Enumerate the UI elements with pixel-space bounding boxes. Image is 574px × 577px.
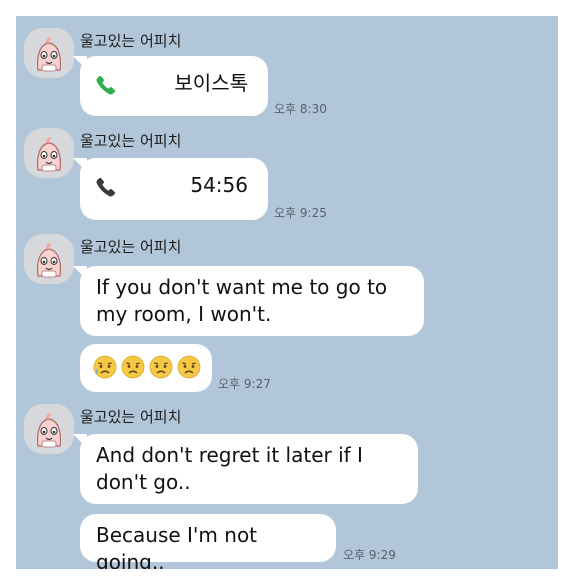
- worried-face-icon: [149, 355, 173, 379]
- profile-avatar[interactable]: [24, 404, 74, 454]
- profile-avatar[interactable]: [24, 128, 74, 178]
- chat-area: 울고있는 어피치 보이스톡 오후 8:30 울고있는 어피치 54:56 오후 …: [16, 16, 558, 569]
- sender-name: 울고있는 어피치: [80, 32, 182, 50]
- apeach-avatar-icon: [24, 234, 74, 284]
- message-time: 오후 9:29: [343, 548, 396, 562]
- message-text: And don't regret it later if I don't go.…: [96, 443, 370, 494]
- emoji-row: [92, 352, 202, 380]
- sad-sweat-face-icon: [93, 355, 117, 379]
- voicetalk-call-bubble[interactable]: 보이스톡: [73, 56, 268, 116]
- profile-avatar[interactable]: [24, 234, 74, 284]
- message-bubble[interactable]: Because I'm not going..: [80, 514, 336, 569]
- worried-face-icon: [121, 355, 145, 379]
- call-label: 보이스톡: [174, 71, 248, 95]
- message-time: 오후 9:25: [274, 206, 327, 220]
- message-text: Because I'm not going..: [96, 523, 264, 569]
- sender-name: 울고있는 어피치: [80, 132, 182, 150]
- sender-name: 울고있는 어피치: [80, 408, 182, 426]
- message-bubble[interactable]: And don't regret it later if I don't go.…: [73, 434, 418, 504]
- message-time: 오후 8:30: [274, 102, 327, 116]
- apeach-avatar-icon: [24, 28, 74, 78]
- call-duration-bubble[interactable]: 54:56: [73, 158, 268, 220]
- message-bubble[interactable]: If you don't want me to go to my room, I…: [73, 266, 424, 336]
- profile-avatar[interactable]: [24, 28, 74, 78]
- phone-icon: [96, 75, 116, 95]
- message-time: 오후 9:27: [218, 377, 271, 391]
- phone-icon: [96, 177, 116, 197]
- apeach-avatar-icon: [24, 128, 74, 178]
- emoji-text: 😥😟😟😟: [80, 344, 81, 345]
- worried-face-icon: [177, 355, 201, 379]
- message-text: If you don't want me to go to my room, I…: [96, 275, 394, 326]
- call-duration: 54:56: [190, 173, 248, 197]
- emoji-message-bubble[interactable]: 😥😟😟😟: [80, 344, 212, 392]
- sender-name: 울고있는 어피치: [80, 238, 182, 256]
- apeach-avatar-icon: [24, 404, 74, 454]
